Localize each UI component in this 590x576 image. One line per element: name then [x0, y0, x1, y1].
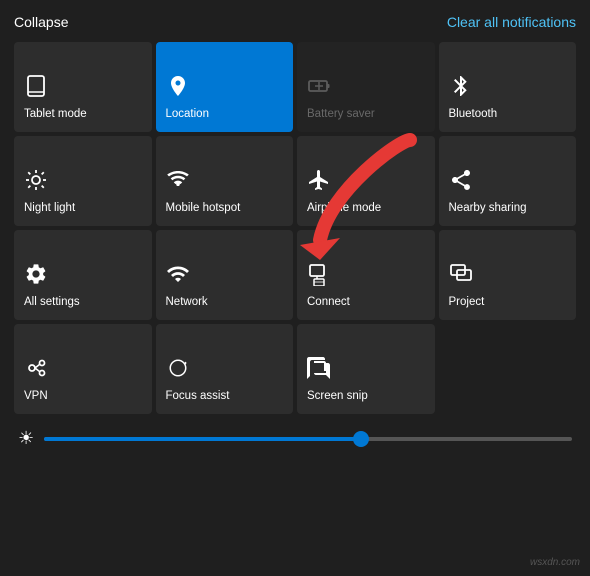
watermark: wsxdn.com	[530, 557, 580, 568]
tile-connect-label: Connect	[307, 296, 350, 310]
location-icon	[166, 74, 190, 102]
tile-network[interactable]: Network	[156, 230, 294, 320]
connect-icon	[307, 262, 331, 290]
airplane-mode-icon	[307, 168, 331, 196]
tile-battery-saver-label: Battery saver	[307, 108, 375, 122]
tile-bluetooth[interactable]: Bluetooth	[439, 42, 577, 132]
tile-project-label: Project	[449, 296, 485, 310]
network-icon	[166, 262, 190, 290]
tile-airplane-mode-label: Airplane mode	[307, 202, 381, 216]
action-center: Collapse Clear all notifications Tablet …	[0, 0, 590, 576]
nearby-sharing-icon	[449, 168, 473, 196]
tile-battery-saver[interactable]: Battery saver	[297, 42, 435, 132]
tile-all-settings[interactable]: All settings	[14, 230, 152, 320]
tile-all-settings-label: All settings	[24, 296, 80, 310]
screen-snip-icon	[307, 356, 331, 384]
tile-focus-assist[interactable]: Focus assist	[156, 324, 294, 414]
focus-assist-icon	[166, 356, 190, 384]
quick-actions-grid: Tablet mode Location Battery saver	[14, 42, 576, 414]
tile-airplane-mode[interactable]: Airplane mode	[297, 136, 435, 226]
tile-connect[interactable]: Connect	[297, 230, 435, 320]
empty-cell	[439, 324, 577, 414]
tile-night-light[interactable]: Night light	[14, 136, 152, 226]
project-icon	[449, 262, 473, 290]
tile-night-light-label: Night light	[24, 202, 75, 216]
tile-bluetooth-label: Bluetooth	[449, 108, 498, 122]
brightness-icon: ☀	[18, 428, 34, 449]
collapse-button[interactable]: Collapse	[14, 14, 68, 30]
all-settings-icon	[24, 262, 48, 290]
tile-focus-assist-label: Focus assist	[166, 390, 230, 404]
brightness-control: ☀	[14, 428, 576, 449]
night-light-icon	[24, 168, 48, 196]
brightness-slider-fill	[44, 437, 361, 441]
tile-location-label: Location	[166, 108, 209, 122]
vpn-icon	[24, 356, 48, 384]
tile-tablet-mode-label: Tablet mode	[24, 108, 87, 122]
tile-tablet-mode[interactable]: Tablet mode	[14, 42, 152, 132]
top-bar: Collapse Clear all notifications	[14, 14, 576, 30]
clear-notifications-button[interactable]: Clear all notifications	[447, 14, 576, 30]
brightness-slider-thumb[interactable]	[353, 431, 369, 447]
tile-nearby-sharing[interactable]: Nearby sharing	[439, 136, 577, 226]
bluetooth-icon	[449, 74, 473, 102]
tile-mobile-hotspot-label: Mobile hotspot	[166, 202, 241, 216]
tablet-mode-icon	[24, 74, 48, 102]
tile-project[interactable]: Project	[439, 230, 577, 320]
battery-saver-icon	[307, 74, 331, 102]
tile-vpn[interactable]: VPN	[14, 324, 152, 414]
tile-network-label: Network	[166, 296, 208, 310]
tile-location[interactable]: Location	[156, 42, 294, 132]
brightness-slider-track[interactable]	[44, 437, 572, 441]
tile-vpn-label: VPN	[24, 390, 48, 404]
tile-mobile-hotspot[interactable]: Mobile hotspot	[156, 136, 294, 226]
tile-screen-snip-label: Screen snip	[307, 390, 368, 404]
tile-screen-snip[interactable]: Screen snip	[297, 324, 435, 414]
tile-nearby-sharing-label: Nearby sharing	[449, 202, 527, 216]
mobile-hotspot-icon	[166, 168, 190, 196]
